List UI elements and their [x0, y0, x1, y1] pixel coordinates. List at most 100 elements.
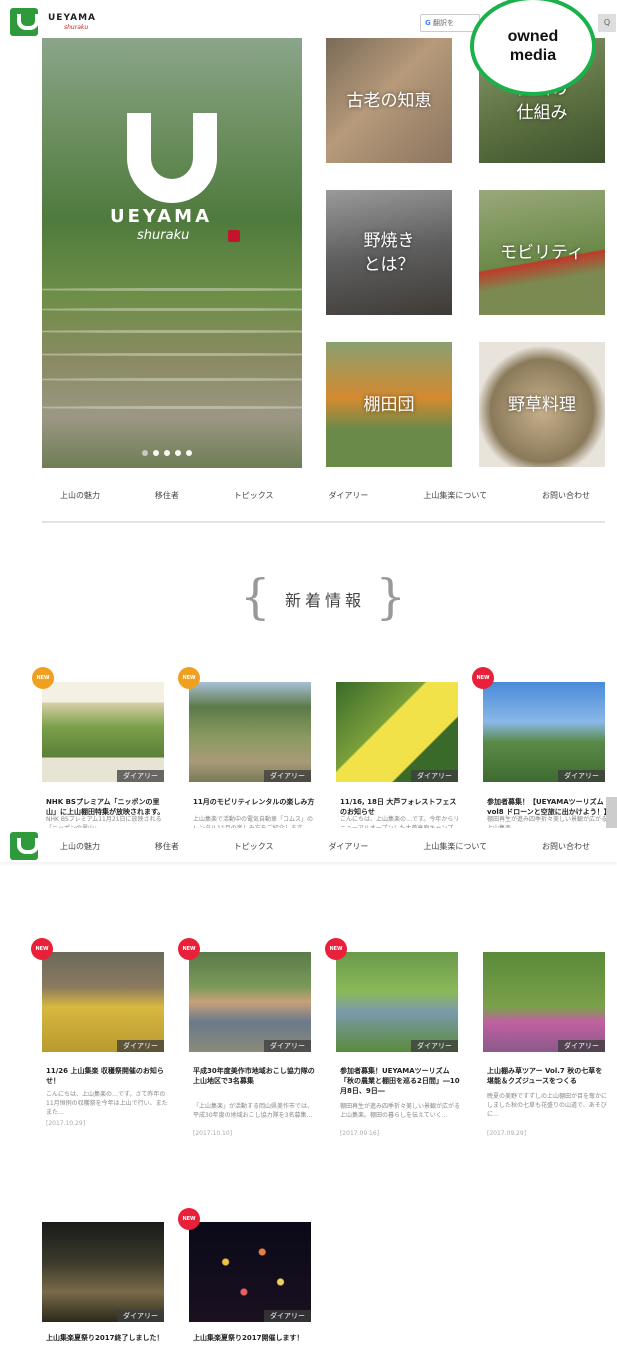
hero-slider[interactable]: UEYAMA shuraku	[42, 38, 302, 468]
card-title[interactable]: 上山集楽夏祭り2017開催します！	[193, 1333, 315, 1343]
main-nav: 上山の魅力 移住者 トピックス ダイアリー 上山集楽について お問い合わせ	[60, 490, 590, 501]
new-badge: NEW	[178, 938, 200, 960]
search-label: 翻訳を	[432, 19, 454, 27]
new-badge: NEW	[32, 667, 54, 689]
card-title[interactable]: 上山集楽夏祭り2017終了しました！	[46, 1333, 168, 1343]
card-image[interactable]: ダイアリー	[42, 682, 164, 782]
nav-item[interactable]: 移住者	[155, 841, 179, 852]
feature-tile[interactable]: 古老の知恵	[326, 38, 452, 163]
new-badge: NEW	[325, 938, 347, 960]
nav-item[interactable]: 上山の魅力	[60, 841, 100, 852]
nav-item[interactable]: ダイアリー	[328, 490, 368, 501]
card-title[interactable]: 参加者募集！【UEYAMAツーリズムvol8 ドローンと空旅に出かけよう！】	[487, 797, 611, 817]
card-category: ダイアリー	[558, 1040, 605, 1052]
card-image[interactable]: ダイアリー	[483, 682, 605, 782]
slider-dot[interactable]	[186, 450, 192, 456]
tile-label: モビリティ	[500, 242, 584, 263]
sticky-nav: 上山の魅力 移住者 トピックス ダイアリー 上山集楽について お問い合わせ	[60, 841, 590, 852]
slider-dots[interactable]	[142, 450, 192, 456]
owned-media-line1: owned	[507, 28, 559, 45]
card-image[interactable]: ダイアリー	[42, 1222, 164, 1322]
card-desc: 「上山集楽」が活動する岡山県美作市では、平成30年度の地域おこし協力隊を3名募集…	[193, 1103, 314, 1119]
card-title[interactable]: 平成30年度美作市地域おこし協力隊の上山地区で3名募集	[193, 1066, 315, 1086]
search-icon[interactable]: Q	[598, 14, 616, 32]
slider-dot[interactable]	[142, 450, 148, 456]
card-image[interactable]: ダイアリー	[336, 952, 458, 1052]
tile-label: 野草料理	[508, 394, 576, 415]
news-section-title: { 新着情報 }	[240, 569, 410, 625]
side-scroll-tab[interactable]	[606, 797, 617, 829]
tile-label: 棚田団	[363, 394, 415, 415]
tile-label: 古老の知恵	[346, 90, 432, 111]
card-image[interactable]: ダイアリー	[189, 952, 311, 1052]
card-category: ダイアリー	[558, 770, 605, 782]
divider	[42, 521, 605, 523]
hero-brand-name: UEYAMA	[110, 206, 212, 227]
feature-tile[interactable]: 野草料理	[479, 342, 605, 467]
hero-brand-sub: shuraku	[137, 228, 190, 243]
card-title[interactable]: 11/16, 18日 大芦フォレストフェスのお知らせ	[340, 797, 462, 817]
card-date: [2017.10.29]	[46, 1120, 86, 1127]
feature-tile[interactable]: 棚田団	[326, 342, 452, 467]
owned-media-line2: media	[509, 47, 557, 64]
card-category: ダイアリー	[117, 770, 164, 782]
card-desc: 棚田再生が進み四季折々美しい景観が広がる上山集楽…	[487, 816, 608, 828]
seal-icon	[228, 230, 240, 242]
card-image[interactable]: ダイアリー	[336, 682, 458, 782]
nav-item[interactable]: ダイアリー	[328, 841, 368, 852]
slider-dot[interactable]	[175, 450, 181, 456]
site-logo[interactable]	[10, 8, 39, 36]
nav-item[interactable]: お問い合わせ	[542, 490, 590, 501]
card-title[interactable]: 参加者募集！UEYAMAツーリズム「秋の農業と棚田を巡る2日間」―10月8日、9…	[340, 1066, 462, 1096]
card-category: ダイアリー	[117, 1310, 164, 1322]
tile-label: 野焼き とは？	[363, 230, 415, 275]
card-desc: 棚田再生が進み四季折々美しい景観が広がる上山集楽。棚田の暮らしを伝えていく…	[340, 1103, 461, 1119]
card-category: ダイアリー	[411, 1040, 458, 1052]
nav-item[interactable]: 移住者	[155, 490, 179, 501]
card-desc: NHK BSプレミアム11月21日に放映される「ニッポンの里山」	[46, 816, 162, 828]
site-logo-small[interactable]	[10, 832, 39, 860]
card-title[interactable]: 11/26 上山集楽 収穫祭開催のお知らせ！	[46, 1066, 168, 1086]
card-category: ダイアリー	[264, 1040, 311, 1052]
nav-item[interactable]: 上山集楽について	[423, 490, 487, 501]
card-title[interactable]: 11月のモビリティレンタルの楽しみ方	[193, 797, 315, 807]
translate-search-box[interactable]: G 翻訳を	[420, 14, 480, 32]
new-badge: NEW	[31, 938, 53, 960]
card-desc: こんにちは、上山集楽の…です。今年からリニューアルオープンした大芦高原キャンプ…	[340, 816, 460, 828]
nav-item[interactable]: 上山の魅力	[60, 490, 100, 501]
ueyama-logo-mark	[127, 113, 217, 203]
feature-tile[interactable]: 野焼き とは？	[326, 190, 452, 315]
brand-subtitle: shuraku	[64, 24, 89, 31]
card-image[interactable]: ダイアリー	[483, 952, 605, 1052]
feature-tile[interactable]: モビリティ	[479, 190, 605, 315]
card-image[interactable]: ダイアリー	[42, 952, 164, 1052]
card-category: ダイアリー	[264, 1310, 311, 1322]
google-icon: G	[425, 19, 431, 27]
card-category: ダイアリー	[117, 1040, 164, 1052]
card-title[interactable]: NHK BSプレミアム「ニッポンの里山」に上山棚田特集が放映されます。	[46, 797, 168, 817]
brace-close: }	[375, 569, 410, 625]
brand-name: UEYAMA	[48, 13, 96, 23]
card-date: [2017.09.29]	[487, 1130, 527, 1137]
card-image[interactable]: ダイアリー	[189, 1222, 311, 1322]
card-title[interactable]: 上山棚み草ツアー Vol.7 秋の七草を堪能＆クズジュースをつくる	[487, 1066, 609, 1086]
nav-item[interactable]: トピックス	[234, 841, 274, 852]
card-category: ダイアリー	[264, 770, 311, 782]
new-badge: NEW	[178, 1208, 200, 1230]
new-badge: NEW	[178, 667, 200, 689]
slider-dot[interactable]	[164, 450, 170, 456]
card-desc: 晩夏の美野ですずしの上山棚田が目を奪かにしました秋の七草も花盛りの山道で、あそび…	[487, 1093, 608, 1118]
card-date: [2017.10.10]	[193, 1130, 233, 1137]
nav-item[interactable]: お問い合わせ	[542, 841, 590, 852]
sticky-header: 上山の魅力 移住者 トピックス ダイアリー 上山集楽について お問い合わせ	[0, 828, 617, 862]
card-image[interactable]: ダイアリー	[189, 682, 311, 782]
card-desc: 上山集楽で活動中の電気自動車「コムス」のレンタル11月の楽しみ方をご紹介します	[193, 816, 314, 828]
nav-item[interactable]: 上山集楽について	[423, 841, 487, 852]
new-badge: NEW	[472, 667, 494, 689]
slider-dot[interactable]	[153, 450, 159, 456]
nav-item[interactable]: トピックス	[234, 490, 274, 501]
card-date: [2017.09.16]	[340, 1130, 380, 1137]
card-category: ダイアリー	[411, 770, 458, 782]
card-desc: こんにちは、上山集楽の…です。さて昨年の11月恒例の収穫祭を今年は上山で行い、ま…	[46, 1091, 168, 1116]
brace-open: {	[240, 569, 275, 625]
